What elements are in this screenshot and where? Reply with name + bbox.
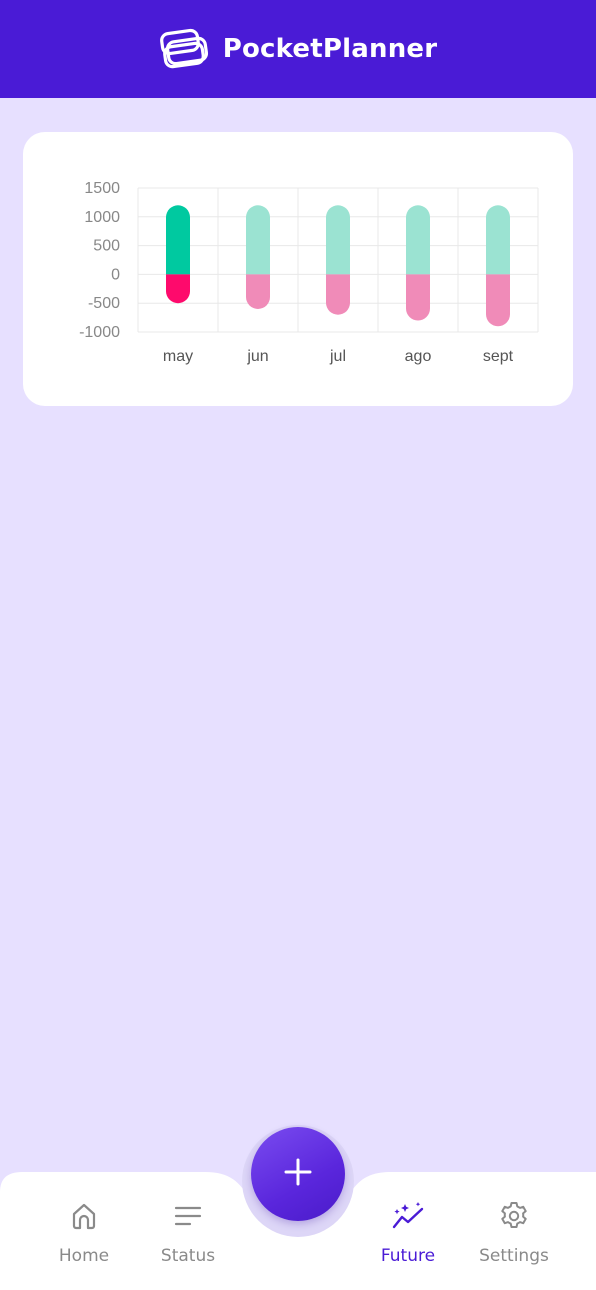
expense-bar — [166, 274, 190, 304]
nav-future[interactable]: Future — [358, 1198, 458, 1278]
expense-bar — [246, 274, 270, 309]
home-icon — [69, 1198, 99, 1234]
expense-bar — [486, 274, 510, 327]
y-tick-label: 0 — [111, 266, 120, 283]
x-tick-label: ago — [405, 348, 432, 365]
x-tick-label: jun — [246, 348, 268, 365]
y-tick-label: 500 — [93, 238, 120, 255]
app-name: PocketPlanner — [222, 34, 438, 64]
nav-settings[interactable]: Settings — [464, 1198, 564, 1278]
brand: PocketPlanner — [159, 28, 438, 70]
list-lines-icon — [173, 1198, 203, 1234]
income-bar — [326, 205, 350, 275]
nav-home-label: Home — [58, 1246, 110, 1266]
nav-future-label: Future — [380, 1246, 436, 1266]
nav-home[interactable]: Home — [34, 1198, 134, 1278]
income-bar — [406, 205, 430, 275]
app-header: PocketPlanner — [0, 0, 596, 98]
y-tick-label: -500 — [88, 295, 120, 312]
forecast-chart: 1500 1000 500 0 -500 -1000 may jun jul ago sept — [79, 180, 539, 365]
y-tick-label: -1000 — [79, 324, 120, 341]
nav-status[interactable]: Status — [138, 1198, 238, 1278]
nav-status-label: Status — [160, 1246, 216, 1266]
plus-icon — [283, 1157, 313, 1192]
income-bar — [486, 205, 510, 275]
x-tick-label: may — [163, 348, 193, 365]
gear-icon — [498, 1198, 530, 1234]
expense-bar — [406, 274, 430, 321]
y-tick-label: 1000 — [84, 209, 120, 226]
nav-settings-label: Settings — [479, 1246, 549, 1266]
x-tick-label: jul — [329, 348, 346, 365]
y-tick-label: 1500 — [84, 180, 120, 197]
expense-bar — [326, 274, 350, 315]
x-tick-label: sept — [483, 348, 514, 365]
sparkle-trend-icon — [391, 1198, 425, 1234]
income-bar — [166, 205, 190, 275]
cards-logo-icon — [159, 28, 211, 70]
forecast-chart-card: 1500 1000 500 0 -500 -1000 may jun jul ago sept — [23, 132, 573, 406]
add-button[interactable] — [251, 1127, 345, 1221]
income-bar — [246, 205, 270, 275]
